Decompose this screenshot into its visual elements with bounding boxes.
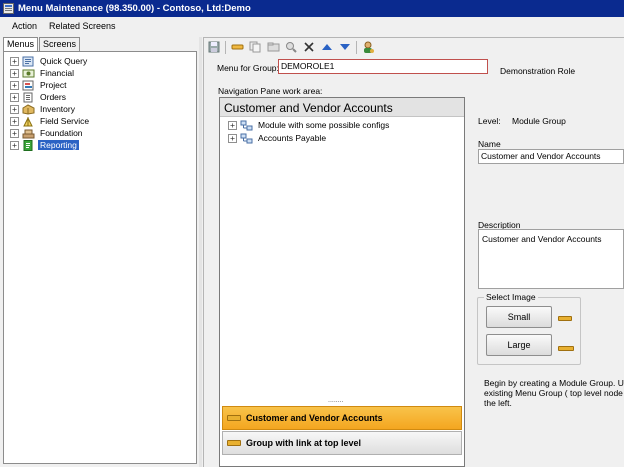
move-down-icon[interactable] xyxy=(338,40,352,54)
user-icon[interactable] xyxy=(361,40,375,54)
module-icon xyxy=(240,120,253,131)
financial-icon xyxy=(22,68,35,79)
window-title: Menu Maintenance (98.350.00) - Contoso, … xyxy=(18,3,251,14)
small-image-button[interactable]: Small xyxy=(486,306,552,328)
nav-button-group-link[interactable]: Group with link at top level xyxy=(222,431,462,455)
expand-icon[interactable]: + xyxy=(10,104,19,114)
reporting-icon xyxy=(22,139,35,151)
tree-item-label: Field Service xyxy=(40,116,90,126)
move-up-icon[interactable] xyxy=(320,40,334,54)
nav-pane-label: Navigation Pane work area: xyxy=(218,86,323,96)
pane-resize-grip[interactable]: ........ xyxy=(328,397,344,404)
foundation-icon xyxy=(22,128,35,139)
tree-item-label: Reporting xyxy=(38,140,79,150)
save-icon[interactable] xyxy=(207,40,221,54)
menu-related-screens[interactable]: Related Screens xyxy=(43,21,122,31)
nav-tree-item[interactable]: + Accounts Payable xyxy=(228,132,328,144)
panel-splitter[interactable] xyxy=(199,37,202,467)
module-icon xyxy=(240,133,253,144)
large-image-button[interactable]: Large xyxy=(486,334,552,356)
folder-icon[interactable] xyxy=(266,40,280,54)
menu-bar: Action Related Screens xyxy=(0,17,624,34)
field-service-icon xyxy=(22,116,35,127)
toolbar-separator xyxy=(225,40,226,54)
expand-icon[interactable]: + xyxy=(10,140,19,150)
tab-screens[interactable]: Screens xyxy=(39,37,81,51)
toolbar xyxy=(204,38,624,56)
expand-icon[interactable]: + xyxy=(228,133,237,143)
tree-item-field-service[interactable]: + Field Service xyxy=(10,115,91,127)
tree-item-label: Orders xyxy=(40,92,66,102)
expand-icon[interactable]: + xyxy=(10,68,19,78)
tree-item-label: Financial xyxy=(40,68,75,78)
description-field[interactable]: Customer and Vendor Accounts xyxy=(478,229,624,289)
name-label: Name xyxy=(478,139,501,149)
nav-button-label: Customer and Vendor Accounts xyxy=(246,413,383,423)
small-image-preview xyxy=(558,316,572,321)
expand-icon[interactable]: + xyxy=(10,80,19,90)
nav-tree-item[interactable]: + Module with some possible configs xyxy=(228,119,391,131)
delete-icon[interactable] xyxy=(302,40,316,54)
select-image-legend: Select Image xyxy=(484,292,538,302)
new-icon[interactable] xyxy=(230,40,244,54)
tree-item-label: Module with some possible configs xyxy=(258,120,390,130)
left-tabs: Menus Screens xyxy=(3,37,197,52)
orders-icon xyxy=(22,92,35,103)
left-panel: Menus Screens + Quick Query + Financial … xyxy=(3,37,197,464)
tree-item-label: Project xyxy=(40,80,67,90)
tree-item-quick-query[interactable]: + Quick Query xyxy=(10,55,89,67)
tree-item-orders[interactable]: + Orders xyxy=(10,91,68,103)
nav-button-label: Group with link at top level xyxy=(246,438,362,448)
expand-icon[interactable]: + xyxy=(228,120,237,130)
tab-menus[interactable]: Menus xyxy=(3,37,39,52)
tree-item-label: Foundation xyxy=(40,128,83,138)
expand-icon[interactable]: + xyxy=(10,128,19,138)
find-icon[interactable] xyxy=(284,40,298,54)
toolbar-separator xyxy=(356,40,357,54)
app-icon xyxy=(3,3,14,14)
select-image-group: Select Image Small Large xyxy=(477,292,581,365)
inventory-icon xyxy=(22,103,35,115)
menu-tree: + Quick Query + Financial + Project + Or… xyxy=(3,51,197,464)
tree-item-label: Accounts Payable xyxy=(258,133,327,143)
navigation-pane: Customer and Vendor Accounts + Module wi… xyxy=(219,97,465,467)
tree-item-foundation[interactable]: + Foundation xyxy=(10,127,85,139)
module-bar-icon xyxy=(227,415,241,421)
large-image-preview xyxy=(558,346,574,351)
project-icon xyxy=(22,80,35,91)
tree-item-label: Quick Query xyxy=(40,56,88,66)
tree-item-inventory[interactable]: + Inventory xyxy=(10,103,77,115)
level-value: Module Group xyxy=(512,116,566,126)
name-field[interactable]: Customer and Vendor Accounts xyxy=(478,149,624,164)
module-bar-icon xyxy=(227,440,241,446)
copy-icon[interactable] xyxy=(248,40,262,54)
menu-for-group-field[interactable]: DEMOROLE1 xyxy=(278,59,488,74)
group-description-text: Demonstration Role xyxy=(500,66,576,76)
menu-action[interactable]: Action xyxy=(6,21,43,31)
tree-item-project[interactable]: + Project xyxy=(10,79,68,91)
level-label: Level: xyxy=(478,116,501,126)
query-icon xyxy=(22,56,35,67)
nav-button-customer-vendor[interactable]: Customer and Vendor Accounts xyxy=(222,406,462,430)
tree-item-label: Inventory xyxy=(40,104,75,114)
tree-item-financial[interactable]: + Financial xyxy=(10,67,76,79)
expand-icon[interactable]: + xyxy=(10,56,19,66)
expand-icon[interactable]: + xyxy=(10,116,19,126)
help-text: Begin by creating a Module Group. Use ex… xyxy=(484,378,624,408)
expand-icon[interactable]: + xyxy=(10,92,19,102)
tree-item-reporting[interactable]: + Reporting xyxy=(10,139,79,151)
nav-pane-header: Customer and Vendor Accounts xyxy=(220,98,464,117)
title-bar: Menu Maintenance (98.350.00) - Contoso, … xyxy=(0,0,624,17)
menu-for-group-label: Menu for Group: xyxy=(217,63,279,73)
